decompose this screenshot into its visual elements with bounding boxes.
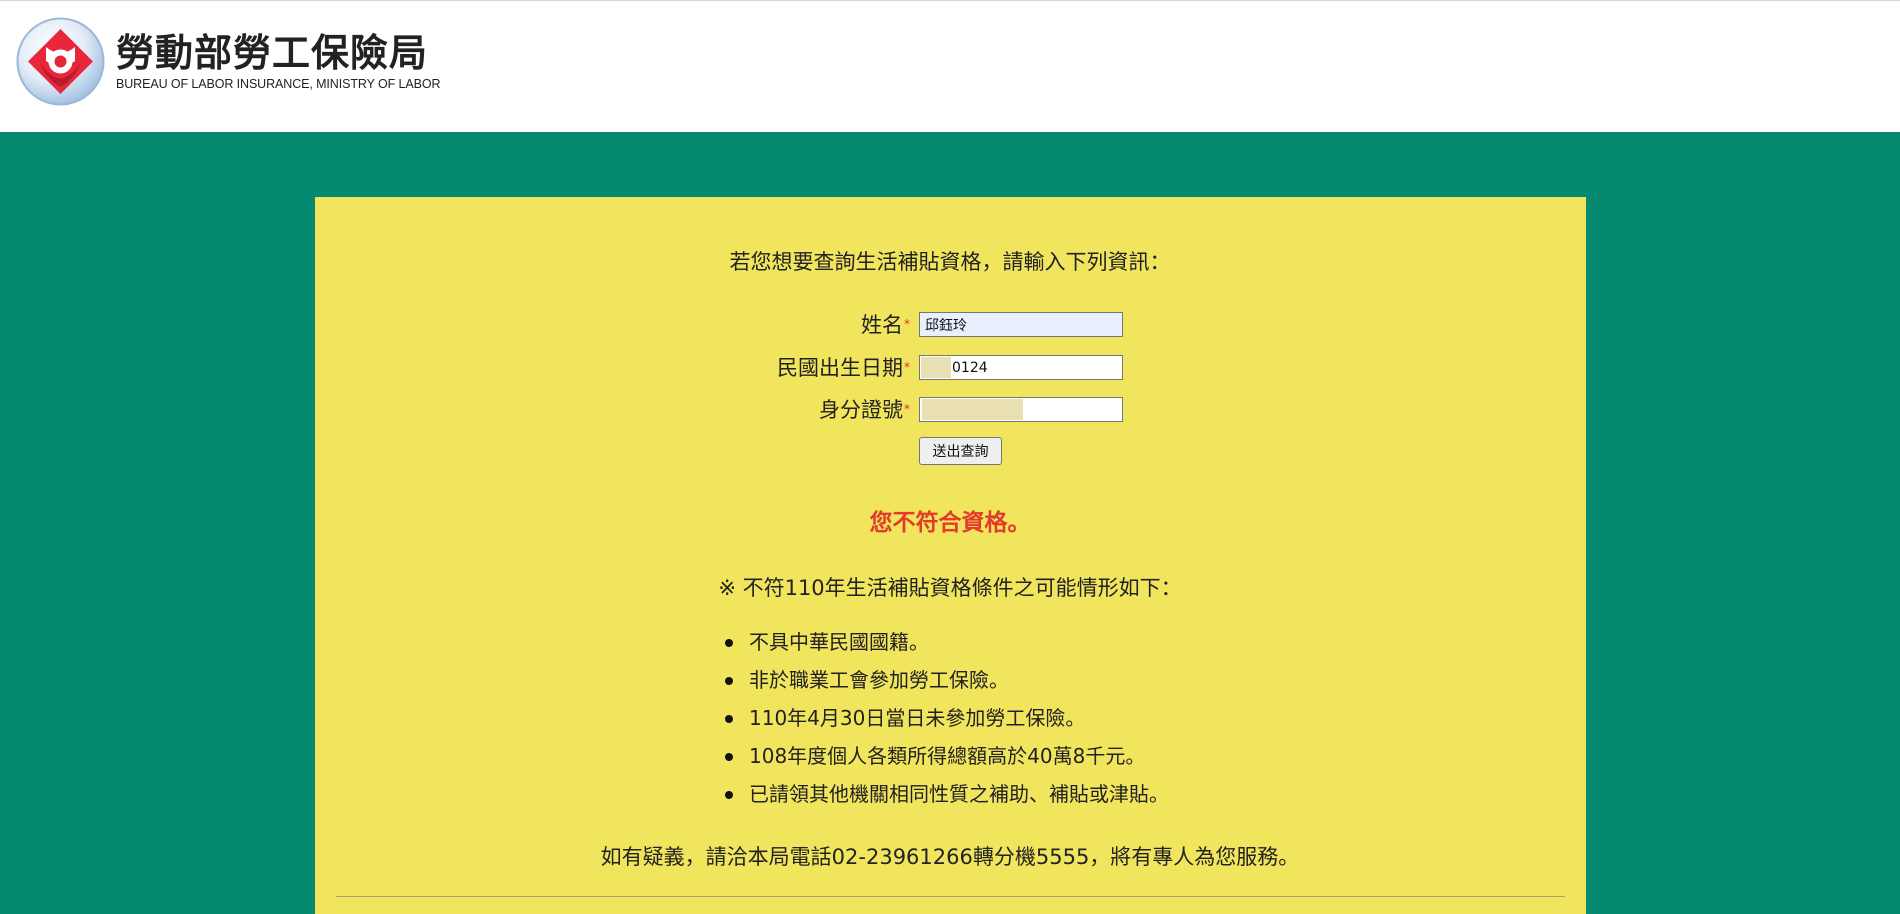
list-item: 108年度個人各類所得總額高於40萬8千元。 xyxy=(722,741,1169,779)
conditions-title: ※ 不符110年生活補貼資格條件之可能情形如下： xyxy=(718,576,1182,600)
contact-info: 如有疑義，請洽本局電話02-23961266轉分機5555，將有專人為您服務。 xyxy=(600,845,1300,869)
site-header: 勞動部勞工保險局 BUREAU OF LABOR INSURANCE, MINI… xyxy=(0,0,1900,132)
required-mark: * xyxy=(904,402,910,416)
redaction-mark xyxy=(922,399,1023,420)
id-label-text: 身分證號 xyxy=(819,398,903,422)
redaction-mark xyxy=(921,357,951,378)
name-label: 姓名* xyxy=(861,309,910,339)
birthdate-label: 民國出生日期* xyxy=(777,352,910,382)
list-item: 110年4月30日當日未參加勞工保險。 xyxy=(722,703,1169,741)
required-mark: * xyxy=(904,360,910,374)
top-border xyxy=(0,0,1900,1)
birthdate-label-text: 民國出生日期 xyxy=(777,356,903,380)
id-label: 身分證號* xyxy=(819,394,910,424)
list-item: 不具中華民國國籍。 xyxy=(722,627,1169,665)
name-input[interactable] xyxy=(919,312,1123,337)
divider xyxy=(336,896,1565,897)
form-intro: 若您想要查詢生活補貼資格，請輸入下列資訊： xyxy=(729,250,1171,274)
bli-logo-icon[interactable] xyxy=(16,17,105,106)
site-title: 勞動部勞工保險局 xyxy=(116,31,429,75)
submit-query-button[interactable]: 送出查詢 xyxy=(919,437,1002,465)
name-label-text: 姓名 xyxy=(861,313,903,337)
result-message: 您不符合資格。 xyxy=(869,510,1031,536)
site-subtitle: BUREAU OF LABOR INSURANCE, MINISTRY OF L… xyxy=(116,77,441,91)
required-mark: * xyxy=(904,317,910,331)
list-item: 非於職業工會參加勞工保險。 xyxy=(722,665,1169,703)
conditions-list: 不具中華民國國籍。 非於職業工會參加勞工保險。 110年4月30日當日未參加勞工… xyxy=(722,627,1169,817)
list-item: 已請領其他機關相同性質之補助、補貼或津貼。 xyxy=(722,779,1169,817)
